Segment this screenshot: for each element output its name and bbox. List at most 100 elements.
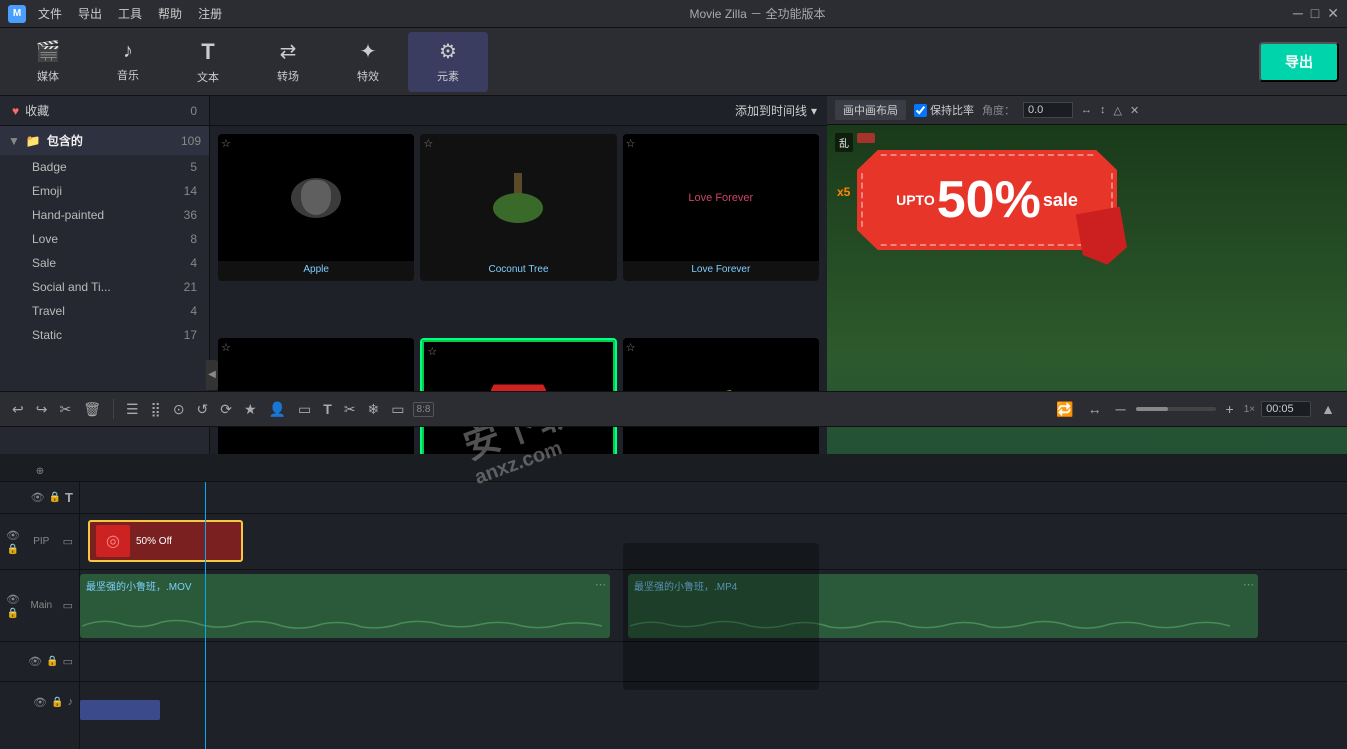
history-button[interactable]: ⟳ [216, 399, 236, 420]
zoom-out-button[interactable]: 🔁 [1052, 399, 1077, 420]
media-item-coconut[interactable]: ☆ Coconut Tree [420, 134, 616, 281]
pip-clip[interactable]: ◎ 50% Off [88, 520, 243, 562]
maximize-button[interactable]: □ [1311, 5, 1319, 22]
sale-count: 4 [190, 256, 197, 270]
redo-button[interactable]: ↪ [32, 399, 52, 420]
add-to-timeline-button[interactable]: 添加到时间线 ▾ [735, 102, 817, 119]
red-ribbon [1076, 207, 1130, 269]
angle-label: 角度： [982, 102, 1015, 118]
eye-icon-pip[interactable]: 👁 [6, 529, 20, 542]
scissors-button[interactable]: ✂ [55, 399, 75, 420]
star-icon: ☆ [221, 341, 231, 354]
export-button[interactable]: 导出 [1259, 42, 1339, 82]
add-track-icon[interactable]: ⊕ [36, 466, 44, 477]
clip2-dots[interactable]: ⋯ [1243, 578, 1254, 591]
track-row-text [80, 482, 1347, 514]
delete-preview-icon[interactable]: ✕ [1130, 104, 1139, 117]
toolbar-transition[interactable]: ⇄ 转场 [248, 32, 328, 92]
freeze-button[interactable]: ❄ [364, 399, 384, 420]
static-count: 17 [184, 328, 197, 342]
zoom-fit-button[interactable]: ↔ [1084, 399, 1106, 419]
pip-label: PIP [33, 536, 49, 547]
lock-icon-pip[interactable]: 🔒 [7, 544, 19, 555]
lock-icon-audio[interactable]: 🔒 [51, 697, 63, 708]
sidebar-item-badge[interactable]: Badge 5 [0, 155, 209, 179]
star-button[interactable]: ★ [240, 399, 261, 420]
time-input[interactable] [1261, 401, 1311, 417]
delete-button[interactable]: 🗑 [79, 399, 105, 420]
clip1-dots[interactable]: ⋯ [595, 578, 606, 591]
menu-file[interactable]: 文件 [38, 5, 62, 22]
loop-button[interactable]: ↺ [193, 399, 213, 420]
sidebar-item-static[interactable]: Static 17 [0, 323, 209, 347]
toolbar-elements[interactable]: ⚙ 元素 [408, 32, 488, 92]
title-bar: M 文件 导出 工具 帮助 注册 Movie Zilla － 全功能版本 ─ □… [0, 0, 1347, 28]
pip-clip-thumb: ◎ [96, 525, 130, 557]
favorites-row[interactable]: ♥ 收藏 0 [0, 96, 209, 126]
zoom-fill [1136, 407, 1168, 411]
eye-icon-main[interactable]: 👁 [6, 593, 20, 606]
sidebar-item-travel[interactable]: Travel 4 [0, 299, 209, 323]
undo-button[interactable]: ↩ [8, 399, 28, 420]
toolbar-music[interactable]: ♪ 音乐 [88, 32, 168, 92]
cut2-button[interactable]: ✂ [340, 399, 360, 420]
sidebar-item-handpainted[interactable]: Hand-painted 36 [0, 203, 209, 227]
crop-button[interactable]: ▭ [294, 399, 315, 420]
media-label-apple: Apple [218, 261, 414, 278]
eye-icon-video2[interactable]: 👁 [28, 655, 42, 668]
zoom-minus-icon: ─ [1112, 399, 1130, 419]
mask-button[interactable]: ▭ [387, 399, 408, 420]
flip-h-icon[interactable]: ↔ [1081, 104, 1092, 116]
list-view-button[interactable]: ☰ [122, 399, 143, 420]
zoom-bar[interactable] [1136, 407, 1216, 411]
transition-icon: ⇄ [280, 39, 297, 64]
sidebar-item-social[interactable]: Social and Ti... 21 [0, 275, 209, 299]
sidebar-item-emoji[interactable]: Emoji 14 [0, 179, 209, 203]
layout-button[interactable]: 画中画布局 [835, 100, 906, 120]
edit-toolbar-right: 🔁 ↔ ─ + 1× ▲ [1052, 399, 1339, 420]
eye-icon-text[interactable]: 👁 [31, 491, 45, 504]
category-header-included[interactable]: ▼ 📁 包含的 109 [0, 126, 209, 155]
star-icon: ☆ [423, 137, 433, 150]
main-clip-1[interactable]: 最坚强的小鲁班，.MOV ⋯ [80, 574, 610, 638]
lock-icon-main[interactable]: 🔒 [7, 608, 19, 619]
heart-icon: ♥ [12, 104, 19, 118]
toolbar-effects[interactable]: ✦ 特效 [328, 32, 408, 92]
timeline-view-button[interactable]: ⊙ [169, 399, 189, 420]
video2-icon: ▭ [63, 655, 73, 668]
media-item-apple[interactable]: ☆ Apple [218, 134, 414, 281]
menu-register[interactable]: 注册 [198, 5, 222, 22]
time-up-icon[interactable]: ▲ [1317, 399, 1339, 419]
waveform-1 [80, 616, 610, 636]
app-logo: M [8, 5, 26, 23]
close-button[interactable]: ✕ [1327, 5, 1339, 22]
eye-icon-audio[interactable]: 👁 [33, 696, 47, 709]
media-item-love[interactable]: ☆ Love Forever Love Forever [623, 134, 819, 281]
music-icon: ♪ [123, 40, 133, 63]
keep-ratio-checkbox[interactable]: 保持比率 [914, 102, 974, 118]
toolbar-text[interactable]: T 文本 [168, 32, 248, 92]
game-score: x5 [837, 185, 850, 199]
edit-toolbar: ↩ ↪ ✂ 🗑 ☰ ⣿ ⊙ ↺ ⟳ ★ 👤 ▭ T ✂ ❄ ▭ 8:8 🔁 ↔ … [0, 391, 1347, 427]
audio-clip[interactable] [80, 700, 160, 720]
angle-input[interactable] [1023, 102, 1073, 118]
grid-watermark [623, 543, 819, 690]
person-button[interactable]: 👤 [265, 399, 290, 420]
menu-help[interactable]: 帮助 [158, 5, 182, 22]
lock-icon-video2[interactable]: 🔒 [46, 656, 58, 667]
rotate-icon[interactable]: △ [1114, 104, 1122, 117]
sidebar-item-love[interactable]: Love 8 [0, 227, 209, 251]
text-button[interactable]: T [319, 399, 336, 419]
menu-tools[interactable]: 工具 [118, 5, 142, 22]
flip-v-icon[interactable]: ↕ [1100, 104, 1106, 116]
grid-view-button[interactable]: ⣿ [147, 399, 165, 420]
toolbar-media[interactable]: 🎬 媒体 [8, 32, 88, 92]
menu-export[interactable]: 导出 [78, 5, 102, 22]
sidebar-item-sale[interactable]: Sale 4 [0, 251, 209, 275]
media-item-coffee[interactable]: ☆ Coff... Coffee [623, 543, 819, 690]
keep-ratio-input[interactable] [914, 104, 927, 117]
panel-collapse-button[interactable]: ◀ [206, 360, 218, 390]
minimize-button[interactable]: ─ [1293, 5, 1303, 22]
lock-icon-text[interactable]: 🔒 [49, 492, 61, 503]
travel-label: Travel [32, 304, 190, 318]
